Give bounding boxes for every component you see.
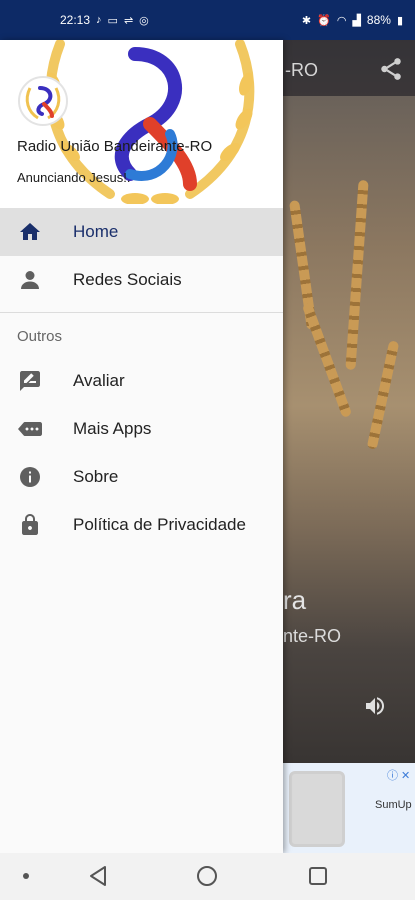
wheat-decoration [345, 179, 369, 371]
wifi-icon: ◠ [336, 14, 347, 27]
status-time: 22:13 [60, 13, 91, 27]
person-icon [21, 271, 39, 289]
ad-banner[interactable]: ⓘ ✕ SumUp [283, 763, 415, 853]
signal-icon: ▟ [352, 14, 361, 27]
ad-device-image [289, 771, 345, 847]
home-icon [20, 223, 40, 240]
info-icon [20, 467, 40, 487]
navigation-drawer: Radio União Bandeirante-RO Anunciando Je… [0, 40, 283, 853]
now-playing-subtitle: nte-RO [283, 626, 342, 646]
menu-item-home[interactable]: Home [0, 208, 283, 256]
rate-review-icon [20, 371, 40, 391]
nav-back-icon[interactable] [88, 865, 108, 887]
menu-item-redes-sociais[interactable]: Redes Sociais [0, 256, 283, 304]
drawer-header: Radio União Bandeirante-RO Anunciando Je… [0, 40, 283, 208]
menu-item-label: Política de Privacidade [73, 515, 246, 534]
status-bar: 22:13 ♪ ▭ ⇌ ◎ ✱ ⏰ ◠ ▟ 88% ▮ [0, 0, 415, 40]
alarm-icon: ⏰ [317, 14, 331, 27]
drawer-header-title: Radio União Bandeirante-RO [17, 138, 213, 155]
section-label-outros: Outros [17, 328, 63, 345]
share-icon[interactable] [378, 56, 404, 82]
nav-menu-dot-icon[interactable] [23, 873, 29, 879]
nav-recents-icon[interactable] [309, 867, 327, 885]
volume-icon[interactable] [362, 694, 388, 718]
wheat-decoration [301, 301, 353, 419]
battery-percent: 88% [366, 13, 391, 27]
usb-icon: ⇌ [123, 14, 134, 27]
ad-close-icon[interactable]: ⓘ ✕ [387, 767, 410, 783]
system-nav-bar [0, 853, 415, 900]
laptop-icon: ▭ [107, 14, 118, 27]
menu-item-label: Mais Apps [73, 419, 152, 438]
drawer-header-subtitle: Anunciando Jesus!. [17, 170, 131, 185]
lock-icon [22, 514, 38, 535]
menu-item-mais-apps[interactable]: Mais Apps [0, 405, 283, 453]
menu-item-label: Home [73, 222, 119, 241]
bluetooth-icon: ✱ [301, 14, 312, 27]
menu-item-sobre[interactable]: Sobre [0, 453, 283, 501]
music-note-icon: ♪ [96, 14, 102, 26]
menu-item-label: Avaliar [73, 371, 125, 390]
radio-logo-icon [25, 86, 61, 120]
now-playing-title: ra [283, 585, 307, 615]
wheat-decoration [366, 340, 400, 450]
menu-item-avaliar[interactable]: Avaliar [0, 357, 283, 405]
battery-icon: ▮ [396, 14, 403, 27]
avatar [18, 76, 68, 126]
menu-item-label: Sobre [73, 467, 119, 486]
more-apps-icon [18, 422, 42, 436]
ad-text: SumUp [375, 799, 412, 811]
menu-item-politica-privacidade[interactable]: Política de Privacidade [0, 501, 283, 549]
whatsapp-icon: ◎ [139, 14, 149, 27]
menu-item-label: Redes Sociais [73, 270, 182, 289]
app-toolbar-title: -RO [285, 60, 318, 80]
nav-home-icon[interactable] [197, 866, 217, 886]
